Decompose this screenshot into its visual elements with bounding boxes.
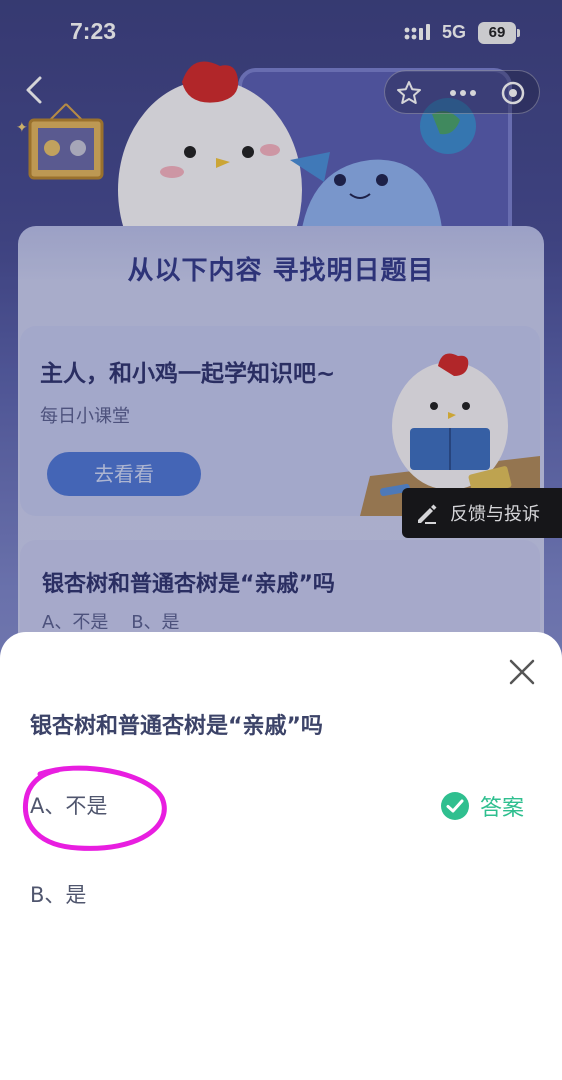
option-b[interactable]: B、是 xyxy=(30,879,86,909)
answer-sheet xyxy=(0,632,562,1080)
option-a[interactable]: A、不是 xyxy=(30,790,107,820)
sheet-question: 银杏树和普通杏树是“亲戚”吗 xyxy=(30,714,323,739)
close-icon[interactable] xyxy=(505,655,539,689)
answer-label: 答案 xyxy=(480,796,525,821)
answer-badge: 答案 xyxy=(440,790,524,822)
check-circle-icon xyxy=(441,792,469,820)
